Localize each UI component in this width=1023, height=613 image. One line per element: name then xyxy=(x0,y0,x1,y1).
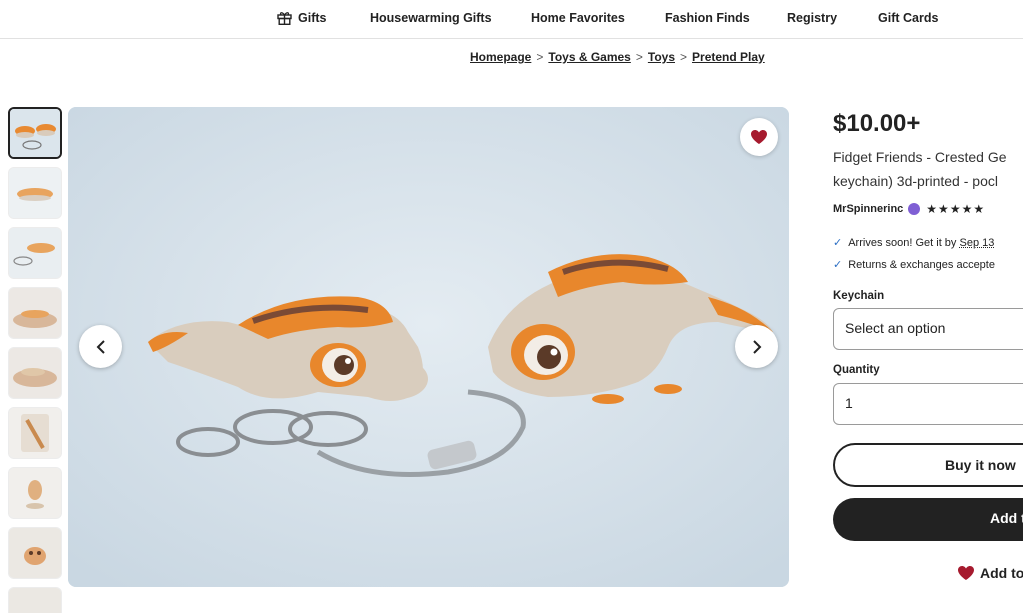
thumbnail-1[interactable] xyxy=(8,107,62,159)
favorite-button[interactable] xyxy=(740,118,778,156)
breadcrumb-toys[interactable]: Toys xyxy=(648,50,675,64)
buy-it-now-button[interactable]: Buy it now xyxy=(833,443,1023,487)
previous-image-button[interactable] xyxy=(79,325,122,368)
thumbnail-7[interactable] xyxy=(8,467,62,519)
price: $10.00+ xyxy=(833,110,921,137)
star-seller-icon xyxy=(908,203,921,215)
nav-registry[interactable]: Registry xyxy=(787,11,837,25)
shop-name[interactable]: MrSpinnerinc xyxy=(833,203,903,215)
next-image-button[interactable] xyxy=(735,325,778,368)
product-photo-geckos xyxy=(68,107,789,587)
listing-title-line-1: Fidget Friends - Crested Ge xyxy=(833,149,1007,165)
nav-fashion-finds[interactable]: Fashion Finds xyxy=(665,11,750,25)
product-main-image xyxy=(68,107,789,587)
thumbnail-8[interactable] xyxy=(8,527,62,579)
chevron-left-icon xyxy=(96,339,105,354)
chevron-right-icon xyxy=(752,339,761,354)
add-to-cart-button[interactable]: Add t xyxy=(833,498,1023,541)
check-icon: ✓ xyxy=(833,259,843,271)
breadcrumb: Homepage > Toys & Games > Toys > Pretend Play xyxy=(470,50,765,64)
keychain-label: Keychain xyxy=(833,290,885,302)
breadcrumb-toys-games[interactable]: Toys & Games xyxy=(548,50,630,64)
gift-icon xyxy=(277,12,292,25)
keychain-select[interactable]: Select an option xyxy=(833,308,1023,350)
thumbnail-5[interactable] xyxy=(8,347,62,399)
shipping-text: Arrives soon! Get it by xyxy=(848,237,960,249)
breadcrumb-pretend-play[interactable]: Pretend Play xyxy=(692,50,765,64)
thumbnail-9[interactable] xyxy=(8,587,62,613)
breadcrumb-separator: > xyxy=(635,50,643,64)
nav-gifts[interactable]: Gifts xyxy=(277,11,326,25)
returns-text: Returns & exchanges accepte xyxy=(848,259,995,271)
thumbnail-3[interactable] xyxy=(8,227,62,279)
shop-info: MrSpinnerinc ★★★★★ xyxy=(833,202,985,216)
nav-home-favorites[interactable]: Home Favorites xyxy=(531,11,625,25)
nav-housewarming-gifts[interactable]: Housewarming Gifts xyxy=(370,11,492,25)
listing-title-line-2: keychain) 3d-printed - pocl xyxy=(833,173,998,189)
returns-perk: ✓ Returns & exchanges accepte xyxy=(833,258,995,271)
buy-box: $10.00+ Fidget Friends - Crested Ge keyc… xyxy=(833,107,1023,613)
nav-gifts-label: Gifts xyxy=(298,11,327,25)
add-to-favorites-button[interactable]: Add to xyxy=(957,565,1023,581)
breadcrumb-homepage[interactable]: Homepage xyxy=(470,50,531,64)
quantity-label: Quantity xyxy=(833,364,880,376)
breadcrumb-separator: > xyxy=(680,50,688,64)
heart-icon xyxy=(751,130,767,144)
add-to-favorites-label: Add to xyxy=(980,565,1023,581)
rating-stars[interactable]: ★★★★★ xyxy=(926,202,985,216)
delivery-date[interactable]: Sep 13 xyxy=(959,237,994,249)
thumbnail-6[interactable] xyxy=(8,407,62,459)
quantity-input[interactable]: 1 xyxy=(833,383,1023,425)
nav-gift-cards[interactable]: Gift Cards xyxy=(878,11,938,25)
breadcrumb-separator: > xyxy=(536,50,544,64)
check-icon: ✓ xyxy=(833,237,843,249)
thumbnail-strip xyxy=(8,107,64,613)
thumbnail-4[interactable] xyxy=(8,287,62,339)
heart-icon xyxy=(958,566,974,580)
thumbnail-2[interactable] xyxy=(8,167,62,219)
shipping-perk: ✓ Arrives soon! Get it by Sep 13 xyxy=(833,236,994,249)
top-nav: Gifts Housewarming Gifts Home Favorites … xyxy=(0,0,1023,39)
